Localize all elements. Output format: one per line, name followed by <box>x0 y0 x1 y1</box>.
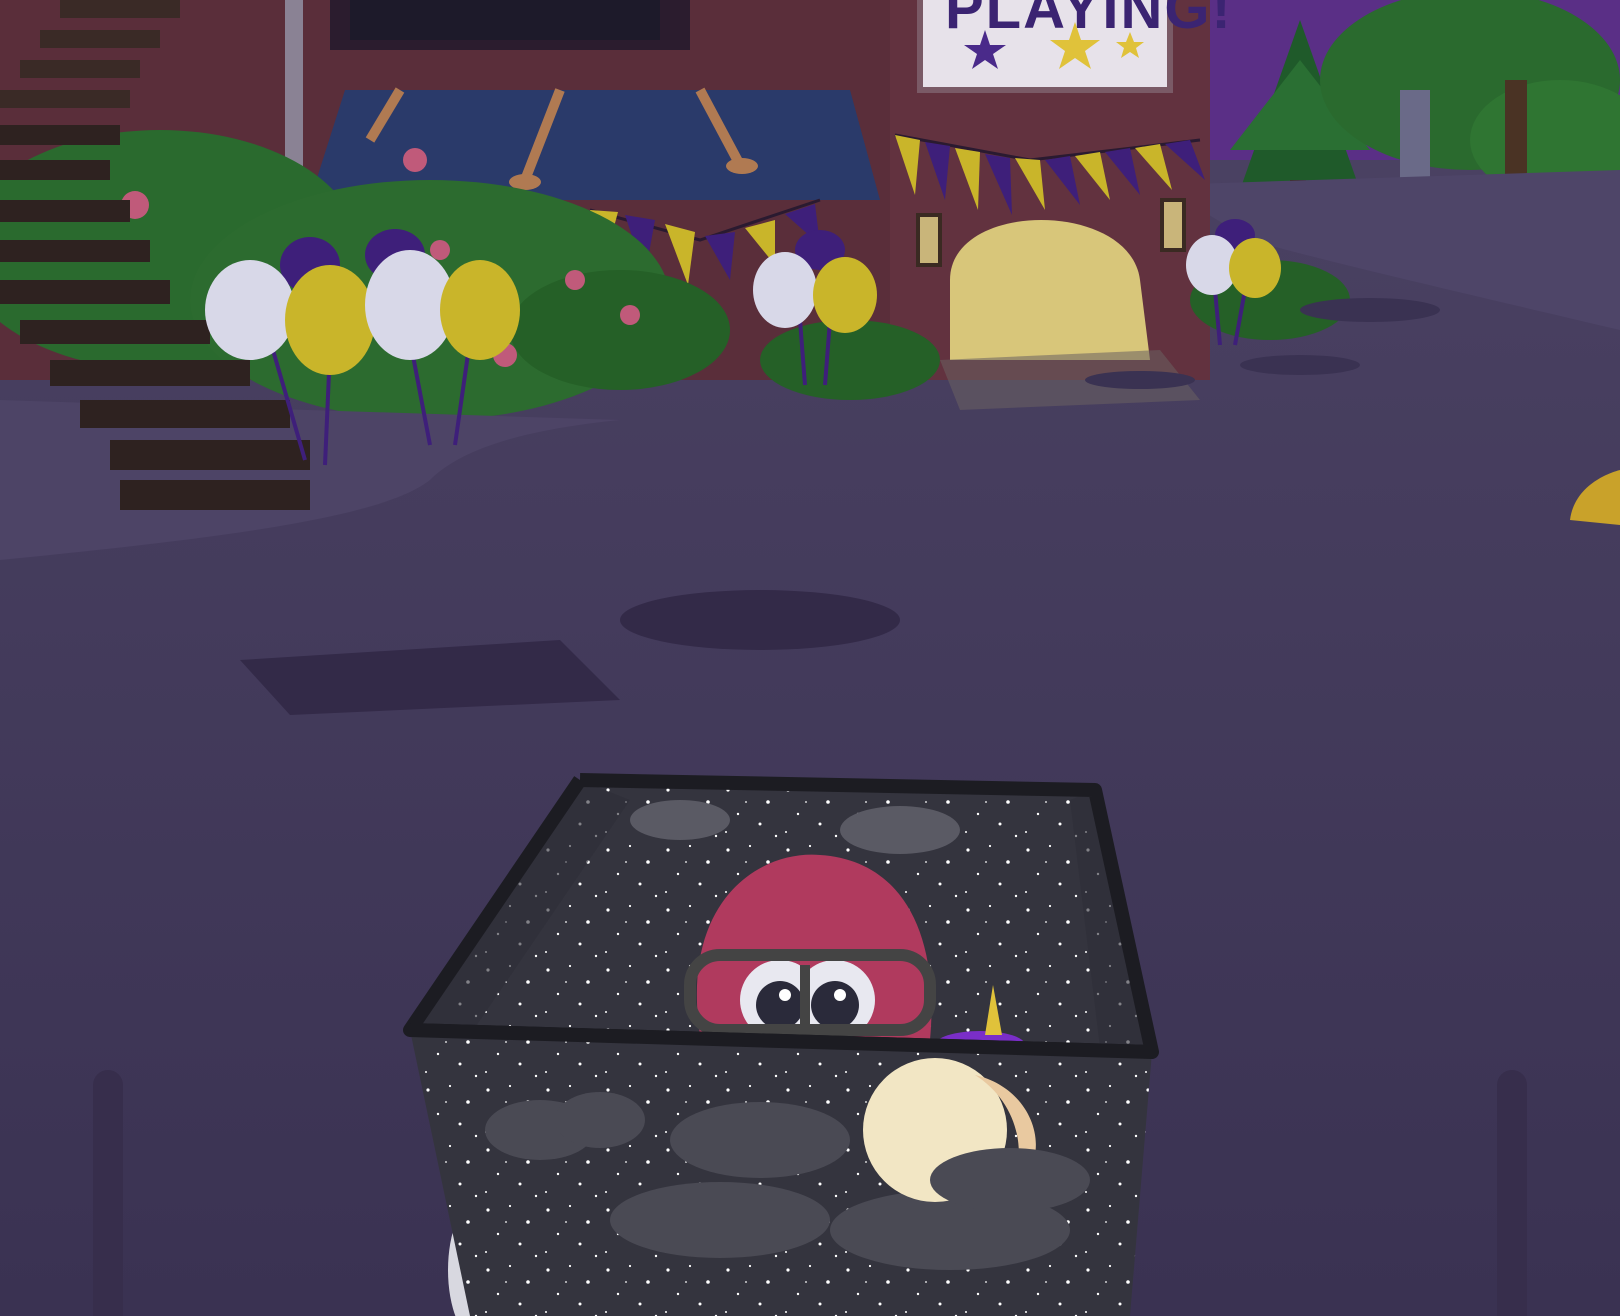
post-left <box>93 1070 123 1316</box>
post-right <box>1497 1070 1527 1316</box>
sign-text: PLAYING! <box>945 0 1233 41</box>
kart <box>403 773 1159 1316</box>
game-scene: PLAYING! <box>0 0 1620 1316</box>
